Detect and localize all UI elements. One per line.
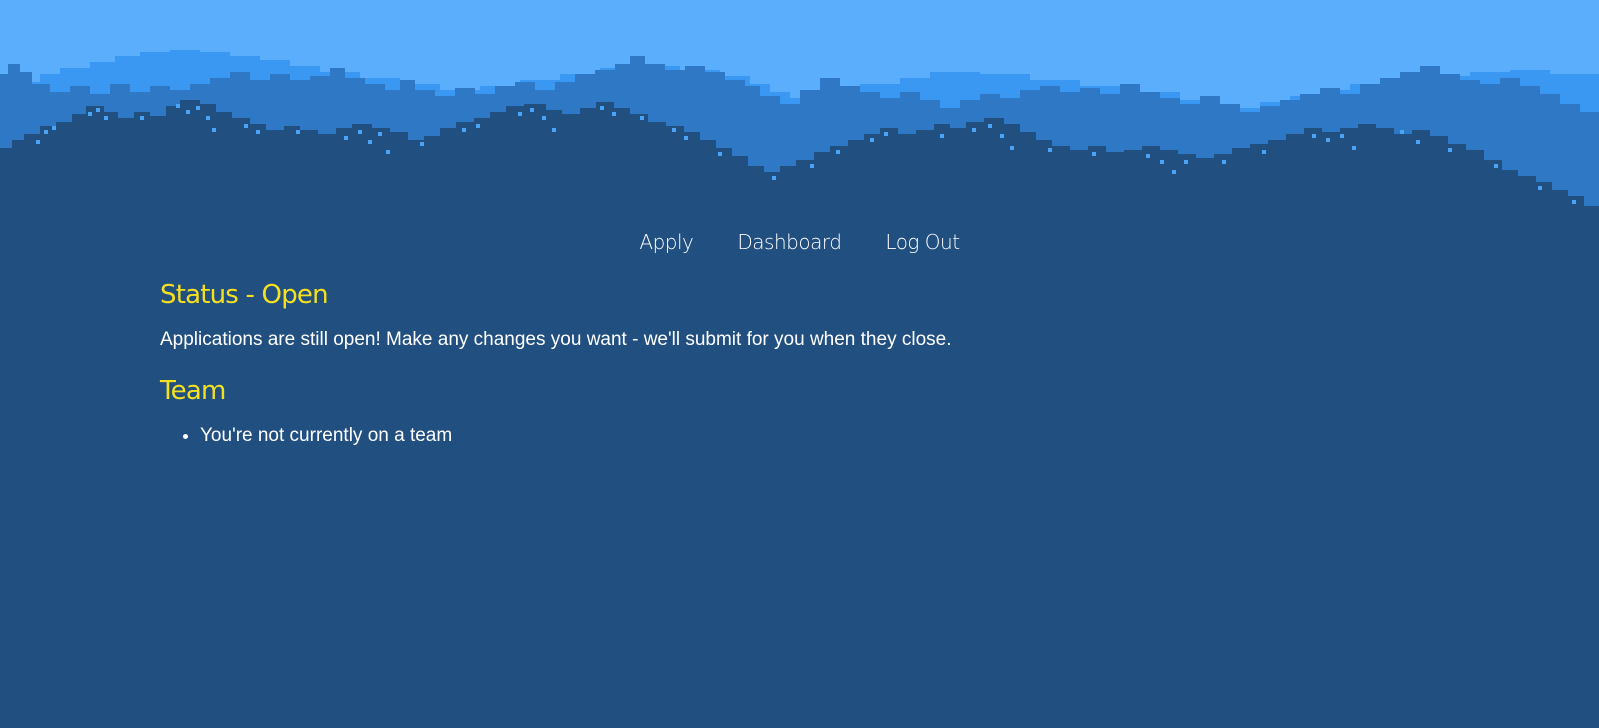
status-message: Applications are still open! Make any ch… [160, 329, 952, 350]
team-list-item: You're not currently on a team [200, 424, 1360, 448]
main-nav: Apply Dashboard Log Out [0, 228, 1599, 256]
nav-dashboard-link[interactable]: Dashboard [715, 228, 863, 256]
team-heading: Team [160, 376, 226, 406]
nav-apply-link[interactable]: Apply [617, 228, 715, 256]
team-list: You're not currently on a team [160, 424, 1360, 448]
main-content: Status - Open Applications are still ope… [160, 278, 1360, 448]
header-landscape-illustration [0, 0, 1599, 230]
status-heading: Status - Open [160, 280, 329, 310]
nav-logout-link[interactable]: Log Out [863, 228, 981, 256]
